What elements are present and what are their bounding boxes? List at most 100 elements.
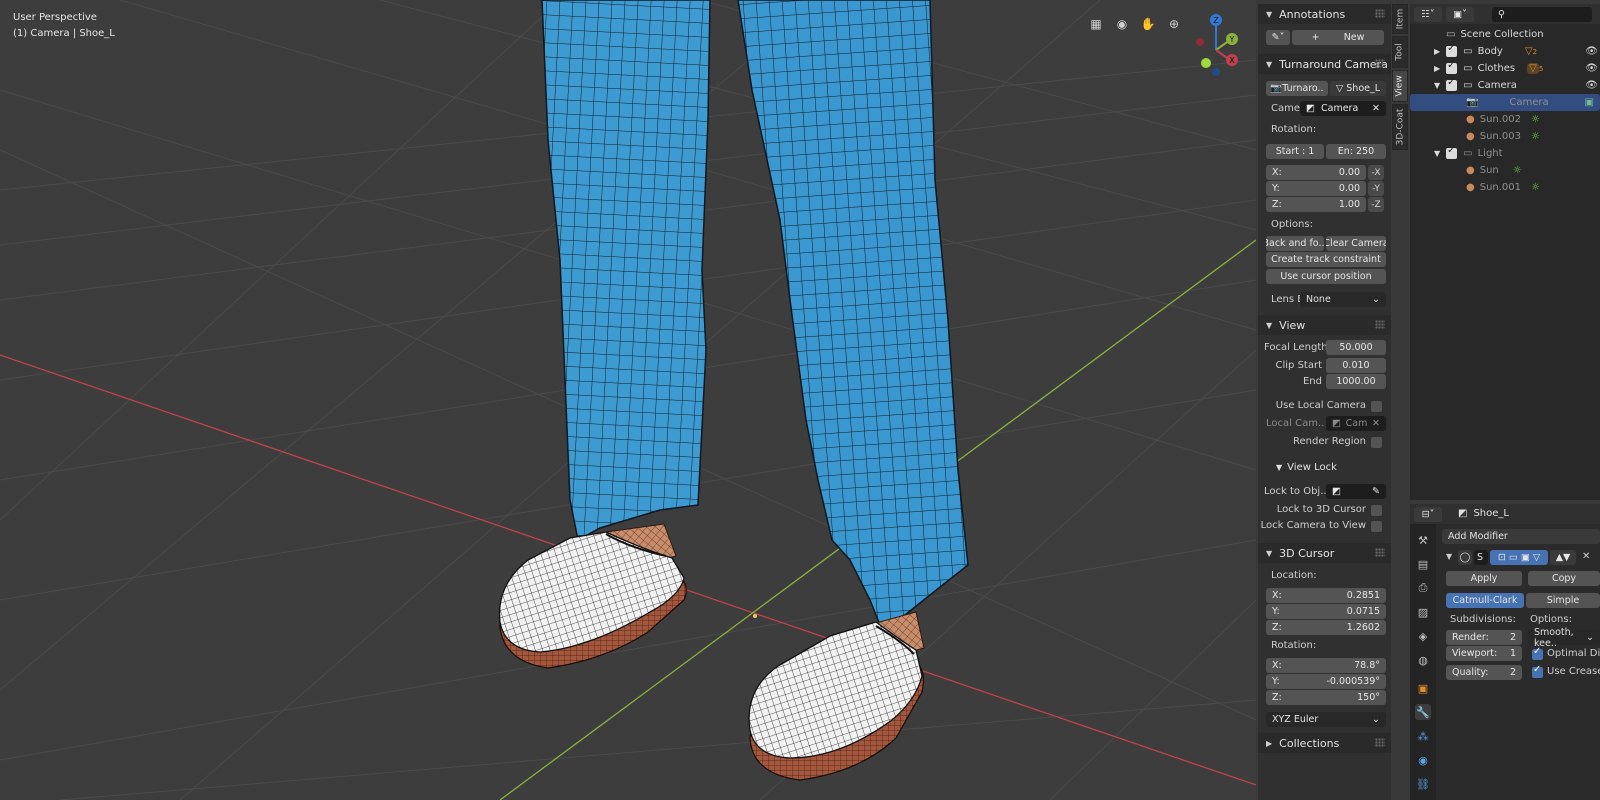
turnaround-header[interactable]: ▼ Turnaround Camera bbox=[1258, 54, 1391, 74]
use-local-camera-checkbox[interactable] bbox=[1371, 401, 1382, 412]
render-tab-icon[interactable]: ▤ bbox=[1415, 556, 1431, 572]
outliner-item-sun-002[interactable]: ● Sun.002 ☼ bbox=[1410, 111, 1600, 128]
neg-z-button[interactable]: -Z bbox=[1368, 197, 1384, 212]
camera-icon[interactable]: ◉ bbox=[1112, 14, 1132, 34]
cursor-rotation-label: Rotation: bbox=[1271, 640, 1317, 651]
rot-x-field[interactable]: X: 0.00 bbox=[1266, 165, 1366, 180]
zoom-icon[interactable]: ⊕ bbox=[1164, 14, 1184, 34]
physics-tab-icon[interactable]: ◉ bbox=[1415, 752, 1431, 768]
use-creases-checkbox[interactable] bbox=[1532, 664, 1543, 678]
cursor-header[interactable]: ▼ 3D Cursor bbox=[1258, 543, 1391, 563]
copy-button[interactable]: Copy bbox=[1528, 571, 1600, 586]
annotations-new-button[interactable]: + New bbox=[1292, 30, 1384, 45]
clip-end-field[interactable]: 1000.00 bbox=[1326, 374, 1386, 389]
tool-tab-icon[interactable]: ⚒ bbox=[1415, 532, 1431, 548]
catmull-clark-button[interactable]: Catmull-Clark bbox=[1446, 593, 1524, 608]
view-lock-header[interactable]: ▼ View Lock bbox=[1276, 462, 1337, 473]
outliner-item-sun[interactable]: ● Sun ☼ bbox=[1410, 162, 1600, 179]
modifier-move-icon[interactable]: ▲▼ bbox=[1550, 550, 1576, 565]
apply-button[interactable]: Apply bbox=[1446, 571, 1522, 586]
outliner-item-sun-001[interactable]: ● Sun.001 ☼ bbox=[1410, 179, 1600, 196]
grid-icon[interactable]: ▦ bbox=[1086, 14, 1106, 34]
particles-tab-icon[interactable]: ⁂ bbox=[1415, 728, 1431, 744]
end-frame-field[interactable]: En: 250 bbox=[1326, 144, 1386, 159]
neg-x-button[interactable]: -X bbox=[1368, 165, 1384, 180]
navigation-gizmo[interactable]: Z Y X bbox=[1186, 10, 1246, 80]
optimal-display-checkbox[interactable] bbox=[1532, 646, 1543, 660]
cursor-loc-x[interactable]: X: 0.2851 bbox=[1266, 588, 1386, 603]
outliner-item-camera[interactable]: 📷 Camera ▣ bbox=[1410, 94, 1600, 111]
rotation-mode-select[interactable]: XYZ Euler ⌄ bbox=[1266, 712, 1386, 727]
camera-label: Came bbox=[1271, 103, 1301, 114]
uv-smooth-select[interactable]: Smooth, kee.. ⌄ bbox=[1528, 627, 1600, 649]
modifier-collapse-icon[interactable]: ▼ bbox=[1446, 552, 1452, 561]
eye-icon: 👁 bbox=[1585, 46, 1598, 57]
rot-y-field[interactable]: Y: 0.00 bbox=[1266, 181, 1366, 196]
add-modifier-button[interactable]: Add Modifier bbox=[1442, 529, 1600, 544]
start-frame-field[interactable]: Start : 1 bbox=[1266, 144, 1324, 159]
local-camera-field[interactable]: ◩ Cam ✕ bbox=[1326, 416, 1386, 431]
tab-3d-coat[interactable]: 3D-Coat bbox=[1392, 104, 1408, 150]
neg-y-button[interactable]: -Y bbox=[1368, 181, 1384, 196]
world-tab-icon[interactable]: ◍ bbox=[1415, 652, 1431, 668]
outliner-item-sun-003[interactable]: ● Sun.003 ☼ bbox=[1410, 128, 1600, 145]
lock-cursor-checkbox[interactable] bbox=[1371, 505, 1382, 516]
lock-object-field[interactable]: ◩ ✎ bbox=[1326, 484, 1386, 499]
mesh-icon: ▽ bbox=[1335, 83, 1347, 94]
view-header[interactable]: ▼ View bbox=[1258, 315, 1391, 335]
tab-view[interactable]: View bbox=[1392, 70, 1408, 102]
constraints-tab-icon[interactable]: ⛓ bbox=[1415, 776, 1431, 792]
outliner-search-input[interactable]: ⚲ bbox=[1492, 7, 1592, 22]
back-forth-button[interactable]: Back and fo... bbox=[1266, 236, 1324, 251]
cursor-rot-z[interactable]: Z: 150° bbox=[1266, 690, 1386, 705]
turnaround-object-tab[interactable]: ▽ Shoe_L bbox=[1330, 81, 1386, 96]
modifier-wrench-icon[interactable]: 🔧 bbox=[1415, 704, 1431, 720]
create-track-constraint-button[interactable]: Create track constraint bbox=[1266, 252, 1386, 267]
simple-button[interactable]: Simple bbox=[1526, 593, 1600, 608]
focal-length-field[interactable]: 50.000 bbox=[1326, 340, 1386, 355]
modifier-visibility-toggles[interactable]: ⊡ ▭ ▣ ▽ bbox=[1490, 550, 1548, 565]
tab-tool[interactable]: Tool bbox=[1392, 36, 1408, 68]
use-cursor-position-button[interactable]: Use cursor position bbox=[1266, 269, 1386, 284]
outliner-item-clothes[interactable]: ▶▭Clothes ▽5 👁 bbox=[1410, 60, 1600, 77]
outliner-item-light-collection[interactable]: ▼▭Light bbox=[1410, 145, 1600, 162]
quality-field[interactable]: Quality: 2 bbox=[1446, 665, 1522, 680]
lens-select[interactable]: None ⌄ bbox=[1300, 292, 1386, 307]
sidebar-panel: ▼ Annotations ✎˅ + New ▼ Turnaround Camera… bbox=[1258, 4, 1391, 800]
view-layer-tab-icon[interactable]: ▨ bbox=[1415, 604, 1431, 620]
outliner-item-camera-collection[interactable]: ▼▭Camera 👁 bbox=[1410, 77, 1600, 94]
subdivisions-label: Subdivisions: bbox=[1450, 614, 1516, 625]
render-region-checkbox[interactable] bbox=[1371, 437, 1382, 448]
cursor-loc-y[interactable]: Y: 0.0715 bbox=[1266, 604, 1386, 619]
lock-camera-label: Lock Camera to View bbox=[1260, 520, 1366, 531]
scene-tab-icon[interactable]: ◈ bbox=[1415, 628, 1431, 644]
output-tab-icon[interactable]: ⎙ bbox=[1415, 580, 1431, 596]
outliner-scene-collection[interactable]: ▭ Scene Collection bbox=[1410, 26, 1600, 43]
modifier-remove-icon[interactable]: ✕ bbox=[1582, 551, 1590, 562]
annotations-header[interactable]: ▼ Annotations bbox=[1258, 4, 1391, 24]
rot-z-field[interactable]: Z: 1.00 bbox=[1266, 197, 1366, 212]
outliner-item-body[interactable]: ▶▭Body ▽2 👁 bbox=[1410, 43, 1600, 60]
clip-start-field[interactable]: 0.010 bbox=[1326, 358, 1386, 373]
collections-header[interactable]: ▶ Collections bbox=[1258, 733, 1391, 753]
filter-icon[interactable]: ▣˅ bbox=[1446, 7, 1474, 22]
viewport-levels-field[interactable]: Viewport: 1 bbox=[1446, 646, 1522, 661]
hand-icon[interactable]: ✋ bbox=[1138, 14, 1158, 34]
modifier-name-field[interactable]: S bbox=[1474, 550, 1488, 565]
cursor-rot-y[interactable]: Y: -0.000539° bbox=[1266, 674, 1386, 689]
lock-camera-checkbox[interactable] bbox=[1371, 521, 1382, 532]
tab-item[interactable]: Item bbox=[1392, 4, 1408, 34]
cursor-rot-x[interactable]: X: 78.8° bbox=[1266, 658, 1386, 673]
clear-camera-button[interactable]: Clear Camera bbox=[1326, 236, 1386, 251]
sidebar-tabs: Item Tool View 3D-Coat bbox=[1392, 4, 1408, 154]
cursor-loc-z[interactable]: Z: 1.2602 bbox=[1266, 620, 1386, 635]
display-mode-icon[interactable]: ☷˅ bbox=[1414, 7, 1442, 22]
editor-type-icon[interactable]: ⊟˅ bbox=[1414, 507, 1442, 522]
render-levels-field[interactable]: Render: 2 bbox=[1446, 630, 1522, 645]
turnaround-camera-tab[interactable]: 📷 Turnaro.. bbox=[1266, 81, 1328, 96]
3d-viewport[interactable]: User Perspective (1) Camera | Shoe_L ▦ ◉… bbox=[0, 0, 1256, 800]
annotate-tool-icon[interactable]: ✎˅ bbox=[1266, 30, 1290, 45]
object-tab-icon[interactable]: ▣ bbox=[1415, 680, 1431, 696]
camera-field[interactable]: ◩ Camera ✕ bbox=[1300, 101, 1386, 116]
camera-object-icon: ◩ bbox=[1306, 103, 1315, 114]
